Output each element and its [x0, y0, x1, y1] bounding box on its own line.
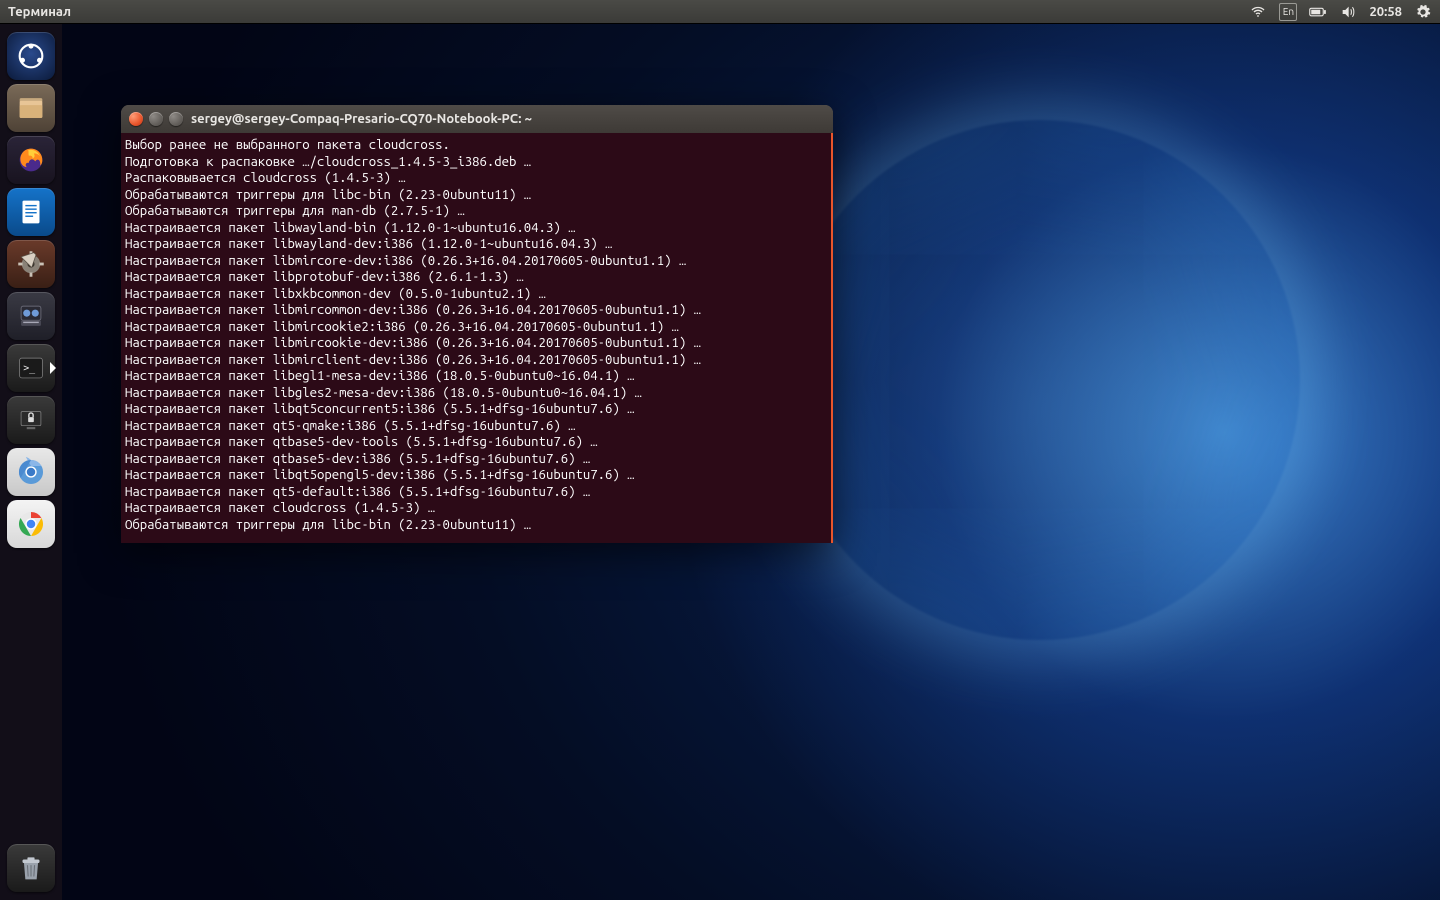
terminal-line: Выбор ранее не выбранного пакета cloudcr… [125, 137, 827, 154]
writer-icon[interactable] [7, 188, 55, 236]
network-wifi-icon[interactable] [1249, 3, 1267, 21]
terminal-line: Обрабатываются триггеры для libc-bin (2.… [125, 517, 827, 534]
terminal-line: Настраивается пакет libprotobuf-dev:i386… [125, 269, 827, 286]
unity-launcher: >_ [0, 24, 62, 900]
chrome-icon[interactable] [7, 500, 55, 548]
firefox-icon[interactable] [7, 136, 55, 184]
terminal-line: Настраивается пакет libmircookie2:i386 (… [125, 319, 827, 336]
settings-gear-icon[interactable] [7, 240, 55, 288]
window-minimize-button[interactable] [149, 112, 163, 126]
terminal-line: Настраивается пакет qtbase5-dev-tools (5… [125, 434, 827, 451]
terminal-line: Настраивается пакет libmirclient-dev:i38… [125, 352, 827, 369]
terminal-line: Настраивается пакет libqt5opengl5-dev:i3… [125, 467, 827, 484]
terminal-line: Настраивается пакет libegl1-mesa-dev:i38… [125, 368, 827, 385]
battery-icon[interactable] [1309, 3, 1327, 21]
terminal-line: Настраивается пакет cloudcross (1.4.5-3)… [125, 500, 827, 517]
terminal-line: Настраивается пакет qtbase5-dev:i386 (5.… [125, 451, 827, 468]
terminal-line: Настраивается пакет libwayland-dev:i386 … [125, 236, 827, 253]
clock[interactable]: 20:58 [1369, 5, 1402, 19]
terminal-line: Настраивается пакет libgles2-mesa-dev:i3… [125, 385, 827, 402]
system-tray: En 20:58 [1249, 3, 1432, 21]
window-title: sergey@sergey-Compaq-Presario-CQ70-Noteb… [191, 112, 532, 126]
files-icon[interactable] [7, 84, 55, 132]
terminal-line: Настраивается пакет qt5-default:i386 (5.… [125, 484, 827, 501]
media-player-icon[interactable] [7, 292, 55, 340]
window-close-button[interactable] [129, 112, 143, 126]
terminal-line: Настраивается пакет libmircommon-dev:i38… [125, 302, 827, 319]
trash-icon[interactable] [7, 844, 55, 892]
terminal-line: Распаковывается cloudcross (1.4.5-3) … [125, 170, 827, 187]
window-titlebar[interactable]: sergey@sergey-Compaq-Presario-CQ70-Noteb… [121, 105, 833, 133]
chromium-icon[interactable] [7, 448, 55, 496]
volume-icon[interactable] [1339, 3, 1357, 21]
window-maximize-button[interactable] [169, 112, 183, 126]
terminal-window[interactable]: sergey@sergey-Compaq-Presario-CQ70-Noteb… [121, 105, 833, 543]
terminal-output[interactable]: Выбор ранее не выбранного пакета cloudcr… [121, 133, 833, 543]
terminal-line: Настраивается пакет libmircore-dev:i386 … [125, 253, 827, 270]
active-app-menu[interactable]: Терминал [8, 5, 71, 19]
lock-screen-icon[interactable] [7, 396, 55, 444]
terminal-line: Обрабатываются триггеры для man-db (2.7.… [125, 203, 827, 220]
terminal-line: Настраивается пакет libxkbcommon-dev (0.… [125, 286, 827, 303]
top-menu-bar: Терминал En 20:58 [0, 0, 1440, 24]
dash-icon[interactable] [7, 32, 55, 80]
terminal-line: Настраивается пакет libmircookie-dev:i38… [125, 335, 827, 352]
window-controls [129, 112, 183, 126]
terminal-line: Настраивается пакет libqt5concurrent5:i3… [125, 401, 827, 418]
keyboard-layout-icon[interactable]: En [1279, 3, 1297, 21]
terminal-line: Обрабатываются триггеры для libc-bin (2.… [125, 187, 827, 204]
terminal-line: Настраивается пакет qt5-qmake:i386 (5.5.… [125, 418, 827, 435]
terminal-line: Подготовка к распаковке …/cloudcross_1.4… [125, 154, 827, 171]
system-gear-icon[interactable] [1414, 3, 1432, 21]
terminal-line: Настраивается пакет libwayland-bin (1.12… [125, 220, 827, 237]
svg-text:>_: >_ [23, 363, 35, 374]
terminal-icon[interactable]: >_ [7, 344, 55, 392]
